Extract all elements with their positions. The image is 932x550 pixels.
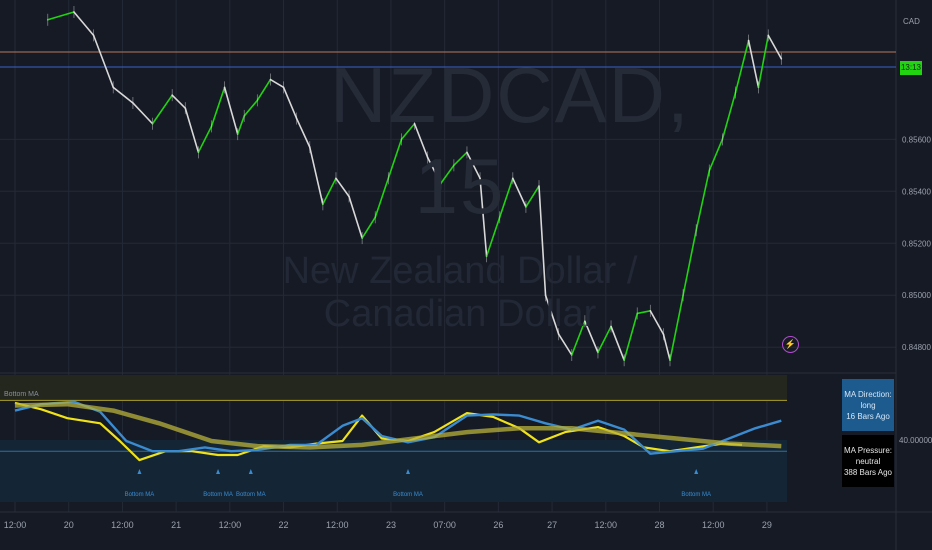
time-tick-label: 12:00 xyxy=(326,520,349,530)
price-tick-label: 0.85400 xyxy=(902,187,931,196)
price-segment xyxy=(73,11,95,37)
ma-direction-bars: 16 Bars Ago xyxy=(846,411,890,421)
indicator-value-label: 40.00000 xyxy=(899,436,932,445)
price-segment xyxy=(557,333,573,356)
price-segment xyxy=(308,146,324,206)
time-tick-label: 12:00 xyxy=(4,520,27,530)
price-segment xyxy=(184,107,200,154)
price-segment xyxy=(669,294,684,362)
price-segment xyxy=(282,86,298,120)
price-segment xyxy=(256,78,272,102)
price-segment xyxy=(92,34,115,89)
price-segment xyxy=(721,91,737,141)
ma-pressure-text: MA Pressure: neutral xyxy=(843,445,892,466)
price-segment xyxy=(682,229,698,297)
time-tick-label: 29 xyxy=(762,520,772,530)
ma-direction-box: MA Direction: long 16 Bars Ago xyxy=(842,379,894,431)
price-tick-label: 0.85600 xyxy=(902,135,931,144)
time-tick-label: 12:00 xyxy=(219,520,242,530)
time-tick-label: 23 xyxy=(386,520,396,530)
current-price-tag: 13:13 xyxy=(900,61,922,75)
time-tick-label: 12:00 xyxy=(702,520,725,530)
signal-label: Bottom MA xyxy=(393,492,423,498)
time-tick-label: 21 xyxy=(171,520,181,530)
time-tick-label: 20 xyxy=(64,520,74,530)
ma-pressure-box: MA Pressure: neutral 388 Bars Ago xyxy=(842,435,894,487)
price-segment xyxy=(210,86,226,128)
time-tick-label: 12:00 xyxy=(595,520,618,530)
ma-pressure-bars: 388 Bars Ago xyxy=(843,467,893,477)
price-segment xyxy=(223,86,239,135)
price-tick-label: 0.85000 xyxy=(902,291,931,300)
price-segment xyxy=(236,115,246,135)
price-segment xyxy=(695,169,711,232)
price-segment xyxy=(151,94,173,125)
time-tick-label: 26 xyxy=(493,520,503,530)
price-segment xyxy=(243,99,259,117)
price-segment xyxy=(767,34,783,60)
time-tick-label: 07:00 xyxy=(433,520,456,530)
time-tick-label: 28 xyxy=(655,520,665,530)
price-segment xyxy=(295,117,311,148)
symbol-watermark: NZDCAD, 15 xyxy=(330,51,691,230)
signal-label: Bottom MA xyxy=(236,492,266,498)
time-tick-label: 27 xyxy=(547,520,557,530)
price-segment xyxy=(112,86,134,104)
indicator-title: Bottom MA xyxy=(4,391,39,398)
time-axis-ticks: 12:00 20 12:00 21 12:00 22 12:00 23 07:00 26 27 12:… xyxy=(4,520,772,530)
indicator-series xyxy=(0,399,787,462)
description-watermark: New Zealand Dollar / Canadian Dollar xyxy=(282,250,638,335)
price-tick-label: 0.85200 xyxy=(902,239,931,248)
ma-direction-text: MA Direction: long xyxy=(844,389,892,410)
currency-label: CAD xyxy=(903,17,920,26)
price-tick-label: 0.84800 xyxy=(902,343,931,352)
price-segment xyxy=(269,78,285,89)
price-segment xyxy=(747,39,760,89)
lightning-icon[interactable]: ⚡ xyxy=(782,336,799,353)
price-segment xyxy=(46,11,75,21)
signal-label: Bottom MA xyxy=(125,492,155,498)
signal-label: Bottom MA xyxy=(203,492,233,498)
signal-label: Bottom MA xyxy=(681,492,711,498)
price-axis-ticks: 0.85600 0.85400 0.85200 0.85000 0.84800 xyxy=(902,135,931,352)
time-tick-label: 22 xyxy=(279,520,289,530)
price-segment xyxy=(708,138,724,172)
price-segment xyxy=(132,102,154,125)
price-segment xyxy=(171,94,187,109)
indicator-upper-band xyxy=(0,375,787,401)
time-tick-label: 12:00 xyxy=(111,520,134,530)
